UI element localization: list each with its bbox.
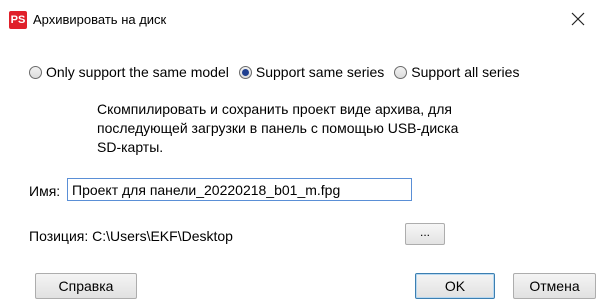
radio-label: Only support the same model [46, 64, 229, 80]
description-line: SD-карты. [97, 139, 164, 155]
app-logo-icon: PS [9, 11, 27, 29]
window-title: Архивировать на диск [33, 12, 167, 27]
ok-button[interactable]: OK [415, 273, 495, 299]
help-button[interactable]: Справка [35, 273, 137, 299]
position-label: Позиция: C:\Users\EKF\Desktop [29, 228, 233, 244]
radio-button-icon[interactable] [394, 65, 408, 79]
compatibility-radio-group: Only support the same model Support same… [29, 64, 529, 80]
radio-same-model[interactable]: Only support the same model [29, 64, 229, 80]
description-line: Скомпилировать и сохранить проект виде а… [97, 101, 452, 117]
radio-same-series[interactable]: Support same series [238, 64, 385, 80]
name-label: Имя: [29, 183, 61, 199]
cancel-button[interactable]: Отмена [513, 273, 596, 299]
title-bar: PS Архивировать на диск [0, 0, 598, 43]
close-icon [571, 12, 585, 26]
close-button[interactable] [558, 2, 598, 36]
radio-button-icon[interactable] [29, 65, 42, 79]
radio-label: Support same series [255, 64, 385, 80]
description-line: последующей загрузки в панель с помощью … [97, 120, 459, 136]
radio-button-icon[interactable] [238, 65, 252, 79]
description-text: Скомпилировать и сохранить проект виде а… [97, 100, 537, 157]
browse-button[interactable]: ... [405, 223, 445, 245]
radio-all-series[interactable]: Support all series [394, 64, 519, 80]
file-name-input[interactable] [67, 178, 412, 201]
radio-label: Support all series [411, 64, 520, 80]
